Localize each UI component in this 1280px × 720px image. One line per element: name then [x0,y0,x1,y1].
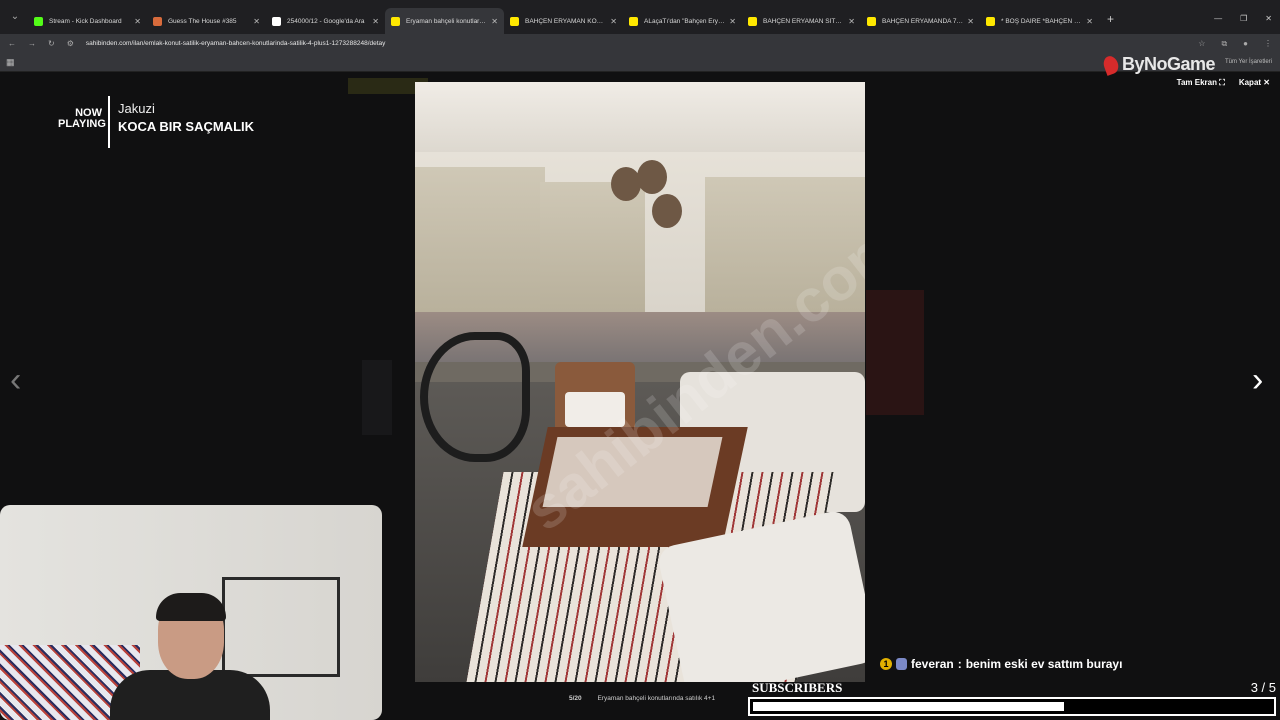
exercise-bike [420,332,530,462]
browser-tab[interactable]: Guess The House #385 ✕ [147,8,266,34]
tab-favicon-icon [629,16,638,26]
tab-close-icon[interactable]: ✕ [134,17,141,26]
logo-mark-icon [1101,54,1121,77]
tab-title: ALaçaTı'dan "Bahçen Eryaman [644,17,726,25]
tab-search-icon[interactable]: ⌄ [6,8,24,26]
menu-icon[interactable]: ⋮ [1264,39,1272,49]
lightbox-top-controls: Tam Ekran ⛶ Kapat ✕ [1177,78,1270,88]
subscribers-progress-bar [748,697,1276,716]
browser-tab[interactable]: BAHÇEN ERYAMAN SİTESİNDE✕ [742,8,861,34]
sub-badge-icon: 1 [880,658,892,670]
tab-title: Stream - Kick Dashboard [49,17,122,25]
tab-close-icon[interactable]: ✕ [1086,17,1093,26]
tab-close-icon[interactable]: ✕ [967,17,974,26]
pendant-lamp [637,160,667,194]
site-info-icon[interactable]: ⚙ [67,39,74,48]
next-photo-icon[interactable]: › [1252,363,1263,397]
tab-title: 254000/12 - Google'da Ara [287,17,365,25]
now-playing-artist: Jakuzi [118,101,155,116]
thumb-ghost [362,360,392,435]
browser-tab[interactable]: Eryaman bahçeli konutlarında ✕ [385,8,504,34]
address-actions: ☆ ⧉ ● ⋮ [1198,39,1272,49]
pendant-lamp [652,194,682,228]
profile-icon[interactable]: ● [1243,39,1248,49]
minimize-icon[interactable]: — [1214,14,1222,23]
forward-icon[interactable]: → [28,39,36,48]
subscribers-label: SUBSCRIBERS [752,680,843,695]
photo-counter: 5/20 [569,695,582,702]
chat-text: benim eski ev sattım burayı [965,657,1123,671]
tab-favicon-icon [34,16,43,26]
ad-ghost [866,290,924,415]
back-icon[interactable]: ← [8,39,16,48]
prev-photo-icon[interactable]: ‹ [10,363,21,397]
tab-title: * BOŞ DAİRE *BAHÇEN ERYAM [1001,17,1083,25]
now-playing-divider [108,96,110,148]
reload-icon[interactable]: ↻ [48,39,55,48]
tab-favicon-icon [867,16,876,26]
tab-favicon-icon [272,16,281,26]
tab-title: BAHÇEN ERYAMAN SİTESİNDE [763,17,845,25]
tab-close-icon[interactable]: ✕ [848,17,855,26]
bookmark-star-icon[interactable]: ☆ [1198,39,1205,49]
fullscreen-button[interactable]: Tam Ekran ⛶ [1177,78,1225,88]
gift-badge-icon [896,658,907,670]
chat-message: 1 feveran: benim eski ev sattım burayı [880,657,1122,671]
now-playing-song: KOCA BIR SAÇMALIK [118,119,255,134]
tab-close-icon[interactable]: ✕ [610,17,617,26]
subscribers-count: 3 / 5 [1250,680,1276,695]
new-tab-icon[interactable]: + [1107,12,1114,26]
apps-grid-icon[interactable]: ▦ [6,57,15,68]
photo-caption: 5/20 Eryaman bahçeli konutlarında satılı… [569,695,715,702]
tab-favicon-icon [748,16,757,26]
tab-title: BAHÇEN ERYAMAN KONUTLAR [525,17,607,25]
stream-logo: ByNoGame [1101,54,1216,77]
now-playing-label: NOW PLAYING [58,107,106,130]
window-controls: — ❐ ✕ [1214,14,1272,23]
photo-caption-text: Eryaman bahçeli konutlarında satılık 4+1 [597,695,716,702]
browser-tab[interactable]: ALaçaTı'dan "Bahçen Eryaman ✕ [623,8,742,34]
browser-tab[interactable]: 254000/12 - Google'da Ara ✕ [266,8,385,34]
tab-list: Stream - Kick Dashboard ✕ Guess The House … [28,8,1099,34]
address-bar: ← → ↻ ⚙ sahibinden.com/ilan/emlak-konut-… [0,34,1280,53]
tab-title: BAHÇEN ERYAMANDA 7/24 GÜ [882,17,963,25]
url-field[interactable]: sahibinden.com/ilan/emlak-konut-satilik-… [86,40,386,47]
browser-tab-bar: ⌄ Stream - Kick Dashboard ✕ Guess The Hous… [0,0,1280,34]
tab-close-icon[interactable]: ✕ [253,17,260,26]
subscribers-progress-fill [753,702,1064,711]
extensions-icon[interactable]: ⧉ [1221,39,1227,49]
tab-favicon-icon [153,16,162,26]
tab-close-icon[interactable]: ✕ [729,17,736,26]
all-bookmarks-link[interactable]: Tüm Yer İşaretleri [1225,59,1272,65]
tab-close-icon[interactable]: ✕ [372,17,379,26]
tab-title: Eryaman bahçeli konutlarında [406,17,488,25]
restore-icon[interactable]: ❐ [1240,14,1247,23]
browser-tab[interactable]: * BOŞ DAİRE *BAHÇEN ERYAM✕ [980,8,1099,34]
tab-close-icon[interactable]: ✕ [491,17,498,26]
close-icon: ✕ [1263,78,1270,87]
tab-favicon-icon [986,16,995,26]
close-button[interactable]: Kapat ✕ [1239,78,1270,88]
nav-buttons: ← → ↻ ⚙ [8,39,74,48]
browser-tab[interactable]: Stream - Kick Dashboard ✕ [28,8,147,34]
bookmarks-bar: ▦ Tüm Yer İşaretleri [0,53,1280,72]
close-window-icon[interactable]: ✕ [1265,14,1272,23]
chat-user: feveran [911,657,954,671]
tab-favicon-icon [510,16,519,26]
tab-title: Guess The House #385 [168,17,237,25]
shelf [222,577,340,677]
browser-tab[interactable]: BAHÇEN ERYAMAN KONUTLAR✕ [504,8,623,34]
browser-tab[interactable]: BAHÇEN ERYAMANDA 7/24 GÜ ✕ [861,8,980,34]
tab-favicon-icon [391,16,400,26]
webcam-feed [0,505,382,720]
fullscreen-icon: ⛶ [1219,78,1225,87]
listing-photo: sahibinden.com [415,82,865,682]
